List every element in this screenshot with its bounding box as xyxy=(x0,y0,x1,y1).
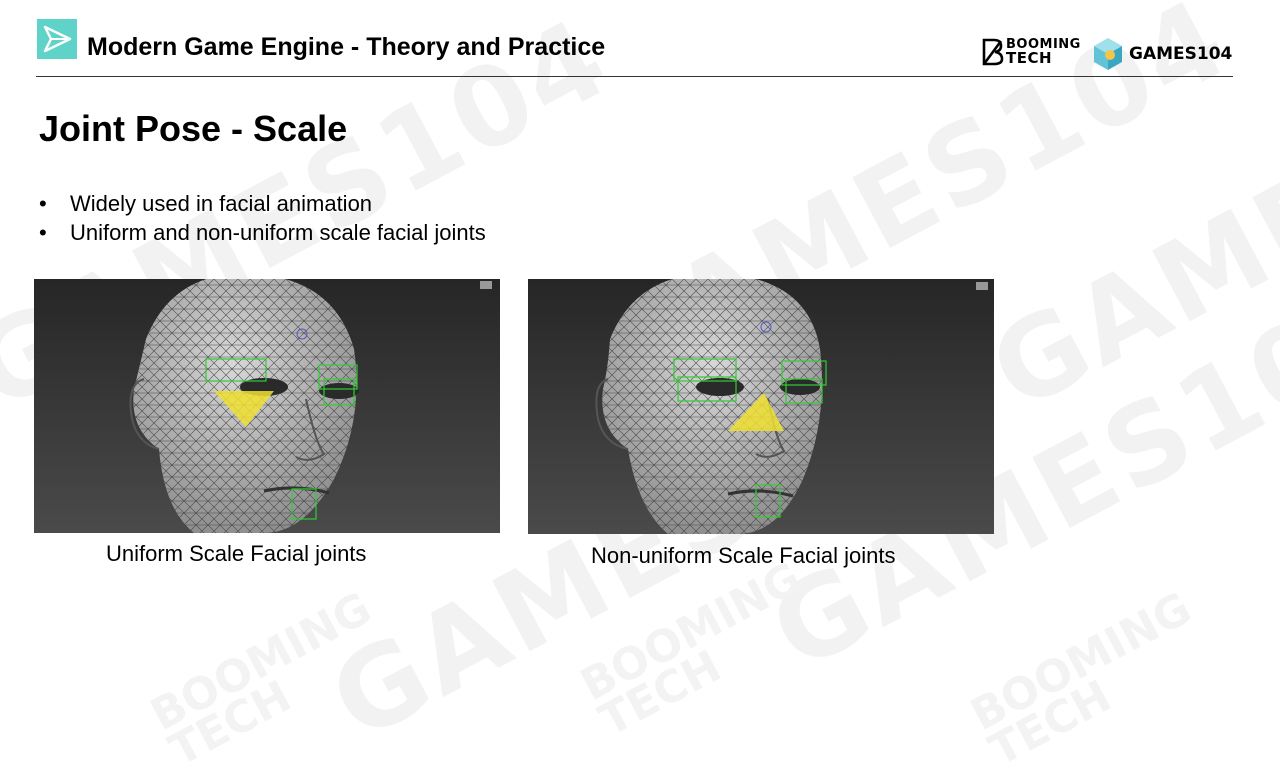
tech-text: TECH xyxy=(1006,49,1053,67)
course-title: Modern Game Engine - Theory and Practice xyxy=(87,33,606,61)
wireframe-face-image xyxy=(528,279,994,534)
bullet-dot: • xyxy=(39,191,47,216)
uniform-scale-figure xyxy=(34,279,500,533)
booming-tech-icon xyxy=(982,38,1004,66)
watermark-booming-1: BOOMING TECH xyxy=(142,582,380,776)
uniform-scale-caption: Uniform Scale Facial joints xyxy=(106,541,367,566)
games104-text: GAMES104 xyxy=(1129,44,1233,64)
bullet-item: • Uniform and non-uniform scale facial jo… xyxy=(39,218,486,247)
header-divider xyxy=(36,76,1233,77)
watermark-booming-2: BOOMING TECH xyxy=(572,552,810,747)
booming-tech-logo: BOOMING TECH xyxy=(982,38,1081,66)
non-uniform-scale-figure xyxy=(528,279,994,534)
bullet-text: Widely used in facial animation xyxy=(70,191,373,216)
bullet-item: • Widely used in facial animation xyxy=(39,189,486,218)
games104-cube-icon xyxy=(1094,38,1122,70)
games104-logo: GAMES104 xyxy=(1093,37,1232,71)
wireframe-face-image xyxy=(34,279,500,533)
course-logo-icon xyxy=(37,19,77,59)
bullet-list: • Widely used in facial animation • Unifor… xyxy=(39,189,486,247)
bullet-dot: • xyxy=(39,220,47,245)
slide-title: Joint Pose - Scale xyxy=(39,108,348,149)
bullet-text: Uniform and non-uniform scale facial joi… xyxy=(70,220,486,245)
watermark-booming-3: BOOMING TECH xyxy=(962,582,1200,776)
non-uniform-scale-caption: Non-uniform Scale Facial joints xyxy=(591,543,896,568)
